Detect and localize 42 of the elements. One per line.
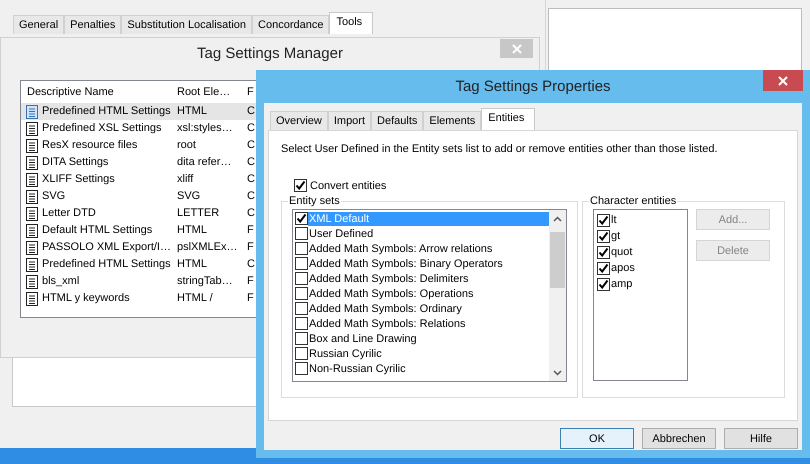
table-cell-text: root	[177, 138, 197, 153]
table-cell: F	[247, 240, 254, 255]
table-cell-text: bls_xml	[41, 274, 80, 289]
table-cell-text: XLIFF Settings	[41, 172, 116, 187]
table-cell-text: pslXMLEx…	[177, 240, 239, 255]
table-cell-text: SVG	[41, 189, 66, 204]
table-cell-text: xliff	[177, 172, 194, 187]
table-cell-text: HTML	[177, 257, 208, 272]
table-cell: C	[247, 121, 255, 136]
table-cell-text: HTML	[177, 223, 208, 238]
group-label: Character entities	[589, 195, 678, 207]
table-cell: F	[247, 291, 254, 306]
description-text: Select User Defined in the Entity sets list to add or remove entities other than those listed.	[281, 143, 719, 155]
table-cell-text: DITA Settings	[41, 155, 110, 170]
table-cell-text: stringTab…	[177, 274, 234, 289]
table-cell: C	[247, 155, 255, 170]
table-cell: C	[247, 189, 255, 204]
group-label: Entity sets	[288, 195, 341, 207]
table-cell-text: HTML	[177, 104, 208, 119]
table-cell: C	[247, 138, 255, 153]
table-cell-text: SVG	[177, 189, 202, 204]
table-cell-text: HTML /	[177, 291, 214, 306]
table-cell-text: Letter DTD	[41, 206, 97, 221]
checkbox-label: Convert entities	[310, 180, 386, 192]
table-cell: C	[247, 257, 255, 272]
table-cell-text: dita refer…	[177, 155, 232, 170]
table-cell-text: LETTER	[177, 206, 220, 221]
window-title: Tag Settings Properties	[455, 78, 611, 95]
table-cell-text: Predefined HTML Settings	[41, 257, 172, 272]
table-cell-text: PASSOLO XML Export/I…	[41, 240, 172, 255]
table-cell-text: Predefined HTML Settings	[41, 104, 172, 119]
table-cell-text: Predefined XSL Settings	[41, 121, 162, 136]
table-cell: F	[247, 223, 254, 238]
table-cell-text: Default HTML Settings	[41, 223, 154, 238]
table-cell: C	[247, 172, 255, 187]
window-title: Tag Settings Manager	[197, 44, 343, 62]
table-cell-text: xsl:styles…	[177, 121, 234, 136]
table-cell: C	[247, 104, 255, 119]
table-cell-text: HTML y keywords	[41, 291, 131, 306]
table-cell: C	[247, 206, 255, 221]
table-cell: F	[247, 274, 254, 289]
table-cell-text: ResX resource files	[41, 138, 138, 153]
